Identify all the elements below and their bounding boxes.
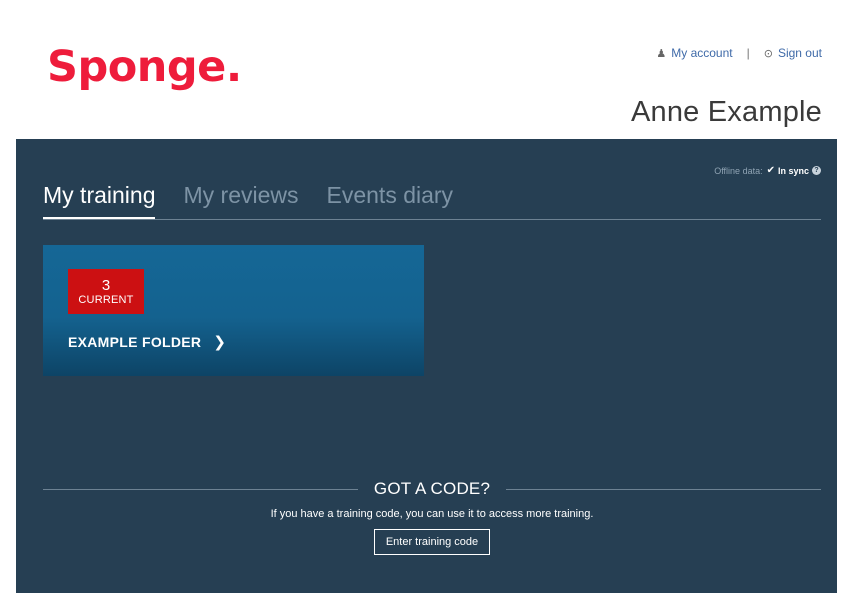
enter-training-code-button[interactable]: Enter training code [373,529,491,555]
current-count-badge: 3 CURRENT [68,269,144,314]
code-description: If you have a training code, you can use… [270,508,594,520]
sync-status: In sync [777,165,809,176]
offline-status: Offline data: ✔ In sync ? [714,165,821,176]
sponge-logo[interactable]: Sponge. [47,46,242,89]
folder-card[interactable]: 3 CURRENT EXAMPLE FOLDER ❯ [43,245,424,376]
my-account-link[interactable]: ♟ My account [656,46,732,60]
user-icon: ♟ [656,47,667,60]
user-name: Anne Example [630,96,822,128]
current-count-label: CURRENT [78,294,134,306]
divider-right [506,488,822,490]
sign-out-link[interactable]: ⊙ Sign out [764,46,822,60]
code-button-wrap: Enter training code [43,529,821,555]
folder-title: EXAMPLE FOLDER [68,334,202,350]
sign-out-label: Sign out [777,46,822,60]
my-account-label: My account [671,46,733,60]
question-circle-icon[interactable]: ? [812,166,821,175]
offline-label: Offline data: [714,165,763,176]
tab-bar: My training My reviews Events diary [43,182,821,220]
tab-my-reviews[interactable]: My reviews [183,182,298,219]
code-heading: GOT A CODE? [373,479,491,498]
folder-title-link[interactable]: EXAMPLE FOLDER ❯ [68,333,226,351]
sign-out-icon: ⊙ [763,47,773,60]
chevron-right-icon: ❯ [213,334,227,351]
check-icon: ✔ [766,165,775,176]
code-heading-row: GOT A CODE? [43,479,822,499]
training-panel: Offline data: ✔ In sync ? My training My… [16,139,837,593]
account-links: ♟ My account | ⊙ Sign out [656,46,822,60]
separator: | [746,46,750,60]
training-code-section: GOT A CODE? If you have a training code,… [43,479,822,555]
tab-my-training[interactable]: My training [43,182,156,219]
tab-events-diary[interactable]: Events diary [327,182,454,219]
current-count: 3 [101,277,111,294]
divider-left [43,488,358,490]
